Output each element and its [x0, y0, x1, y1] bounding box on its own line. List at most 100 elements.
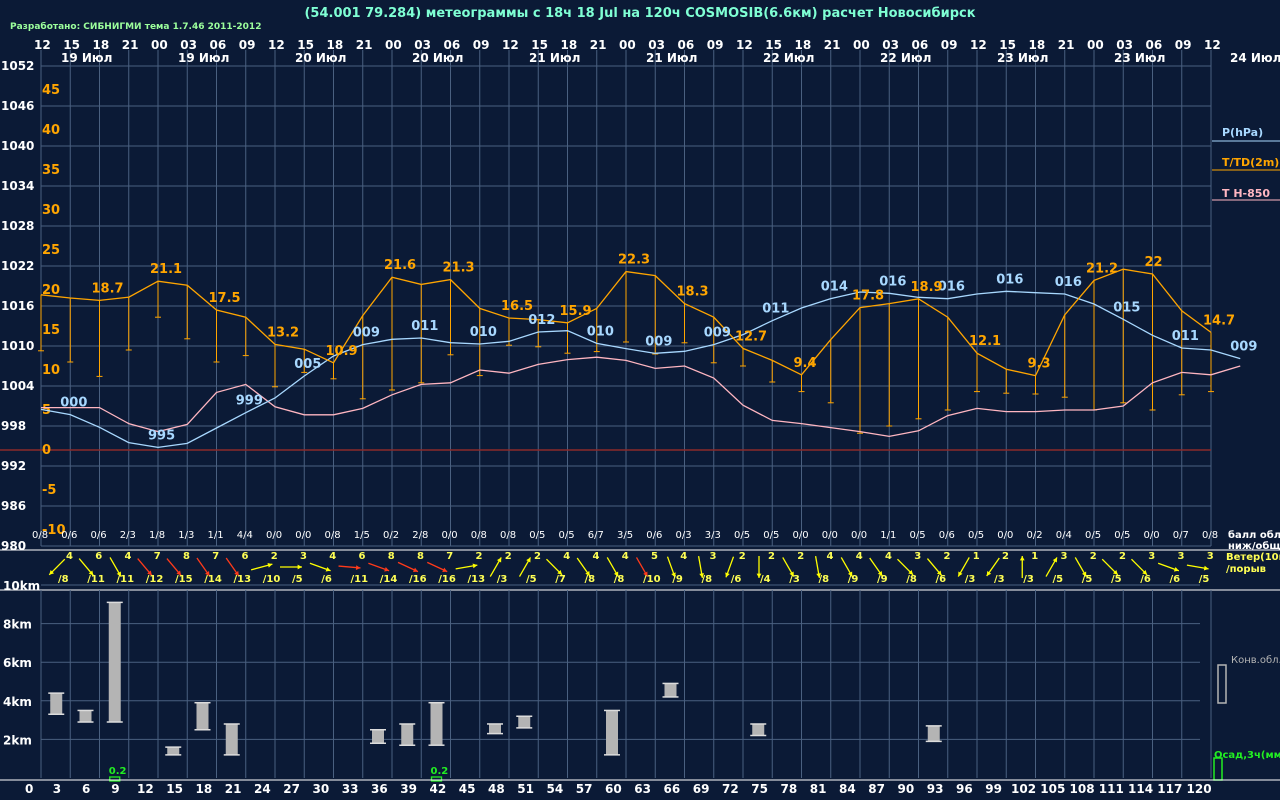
pressure-tick: 1004 — [1, 379, 34, 393]
cloud-cover-value: 3/5 — [617, 530, 633, 541]
wind-speed: 5 — [651, 551, 658, 562]
date-label: 21 Июл — [646, 51, 697, 65]
date-label: 21 Июл — [529, 51, 580, 65]
wind-gust: /11 — [117, 574, 135, 585]
hour-tick: 21 — [1058, 38, 1075, 52]
pressure-tick: 1028 — [1, 219, 34, 233]
wind-speed: 2 — [476, 551, 483, 562]
wind-speed: 2 — [534, 551, 541, 562]
wind-speed: 6 — [95, 551, 102, 562]
wind-arrowhead — [1019, 556, 1025, 561]
date-label: 24 Июл — [1230, 51, 1280, 65]
pressure-value-label: 005 — [294, 357, 321, 372]
wind-speed: 6 — [359, 551, 366, 562]
hour-tick: 12 — [34, 38, 51, 52]
lead-hour-tick: 87 — [868, 782, 885, 796]
convective-legend-swatch — [1217, 664, 1227, 704]
cloud-height-tick: 10km — [3, 579, 40, 593]
lead-hour-tick: 21 — [225, 782, 242, 796]
temperature-value-label: 10.9 — [326, 344, 358, 359]
pressure-tick: 998 — [1, 419, 26, 433]
wind-gust: /15 — [175, 574, 193, 585]
wind-speed: 4 — [563, 551, 570, 562]
lead-hour-tick: 114 — [1128, 782, 1153, 796]
convective-cloud-bar — [927, 725, 940, 742]
hour-tick: 03 — [414, 38, 431, 52]
wind-gust: /14 — [204, 574, 222, 585]
pressure-tick: 1010 — [1, 339, 34, 353]
wind-gust: /6 — [936, 574, 947, 585]
wind-speed: 4 — [856, 551, 863, 562]
hour-tick: 09 — [239, 38, 256, 52]
wind-arrowhead — [297, 564, 302, 570]
pressure-value-label: 011 — [762, 302, 789, 317]
cloud-cover-value: 0/5 — [1085, 530, 1101, 541]
precip-legend-swatch — [1213, 757, 1223, 781]
wind-speed: 7 — [154, 551, 161, 562]
temperature-tick: 10 — [42, 363, 60, 378]
cloud-cover-value: 0/0 — [997, 530, 1013, 541]
temperature-value-label: 13.2 — [267, 325, 299, 340]
cloud-cover-value: 4/4 — [237, 530, 253, 541]
cloud-cover-value: 0/0 — [822, 530, 838, 541]
hour-tick: 03 — [882, 38, 899, 52]
wind-gust: /5 — [1082, 574, 1093, 585]
wind-speed: 2 — [944, 551, 951, 562]
wind-speed: 4 — [622, 551, 629, 562]
temperature-value-label: 17.5 — [209, 291, 241, 306]
convective-cloud-bar — [372, 729, 384, 744]
wind-gust: /6 — [1140, 574, 1151, 585]
precip-value: 0.2 — [431, 766, 449, 777]
pressure-value-label: 010 — [470, 325, 497, 340]
convective-cloud-bar — [518, 716, 531, 728]
wind-gust: /10 — [643, 574, 661, 585]
cloud-cover-value: 0/0 — [851, 530, 867, 541]
wind-legend-1: Ветер(10м) — [1226, 552, 1280, 563]
hour-tick: 00 — [151, 38, 168, 52]
hour-tick: 21 — [122, 38, 139, 52]
precip-legend-label: Осад,3ч(мм) — [1214, 750, 1280, 761]
convective-legend-label: Конв.обл. — [1231, 655, 1280, 666]
temperature-value-label: 21.1 — [150, 262, 182, 277]
wind-speed: 7 — [212, 551, 219, 562]
hour-tick: 09 — [941, 38, 958, 52]
cloud-cover-value: 0/2 — [383, 530, 399, 541]
hour-tick: 12 — [1204, 38, 1221, 52]
wind-speed: 4 — [66, 551, 73, 562]
wind-gust: /6 — [731, 574, 742, 585]
legend-t850-label: T H-850 — [1222, 187, 1270, 200]
temperature-value-label: 18.3 — [677, 285, 709, 300]
date-label: 23 Июл — [997, 51, 1048, 65]
wind-speed: 3 — [710, 551, 717, 562]
temperature-value-label: 17.8 — [852, 289, 884, 304]
convective-cloud-bar — [606, 710, 618, 755]
wind-speed: 4 — [593, 551, 600, 562]
hour-tick: 21 — [590, 38, 607, 52]
hour-tick: 12 — [502, 38, 519, 52]
hour-tick: 06 — [210, 38, 227, 52]
pressure-tick: 1040 — [1, 139, 34, 153]
cloud-cover-value: 0/0 — [793, 530, 809, 541]
wind-speed: 2 — [768, 551, 775, 562]
hour-tick: 06 — [444, 38, 461, 52]
wind-speed: 8 — [388, 551, 395, 562]
convective-cloud-bar — [167, 747, 180, 755]
hour-tick: 06 — [1146, 38, 1163, 52]
cloud-cover-value: 0/0 — [295, 530, 311, 541]
hour-tick: 12 — [736, 38, 753, 52]
hour-tick: 15 — [999, 38, 1016, 52]
temperature-value-label: 21.3 — [443, 261, 475, 276]
cloud-cover-value: 0/8 — [32, 530, 48, 541]
wind-speed: 2 — [1119, 551, 1126, 562]
wind-gust: /16 — [438, 574, 456, 585]
lead-hour-tick: 15 — [166, 782, 183, 796]
wind-speed: 2 — [505, 551, 512, 562]
lead-hour-tick: 93 — [927, 782, 944, 796]
cloud-cover-label-1: балл обл. — [1228, 529, 1280, 541]
date-label: 19 Июл — [61, 51, 112, 65]
temperature-value-label: 14.7 — [1203, 313, 1235, 328]
cloud-cover-value: 0/8 — [325, 530, 341, 541]
lead-hour-tick: 102 — [1011, 782, 1036, 796]
wind-gust: /11 — [351, 574, 369, 585]
pressure-value-label: 999 — [236, 394, 263, 409]
